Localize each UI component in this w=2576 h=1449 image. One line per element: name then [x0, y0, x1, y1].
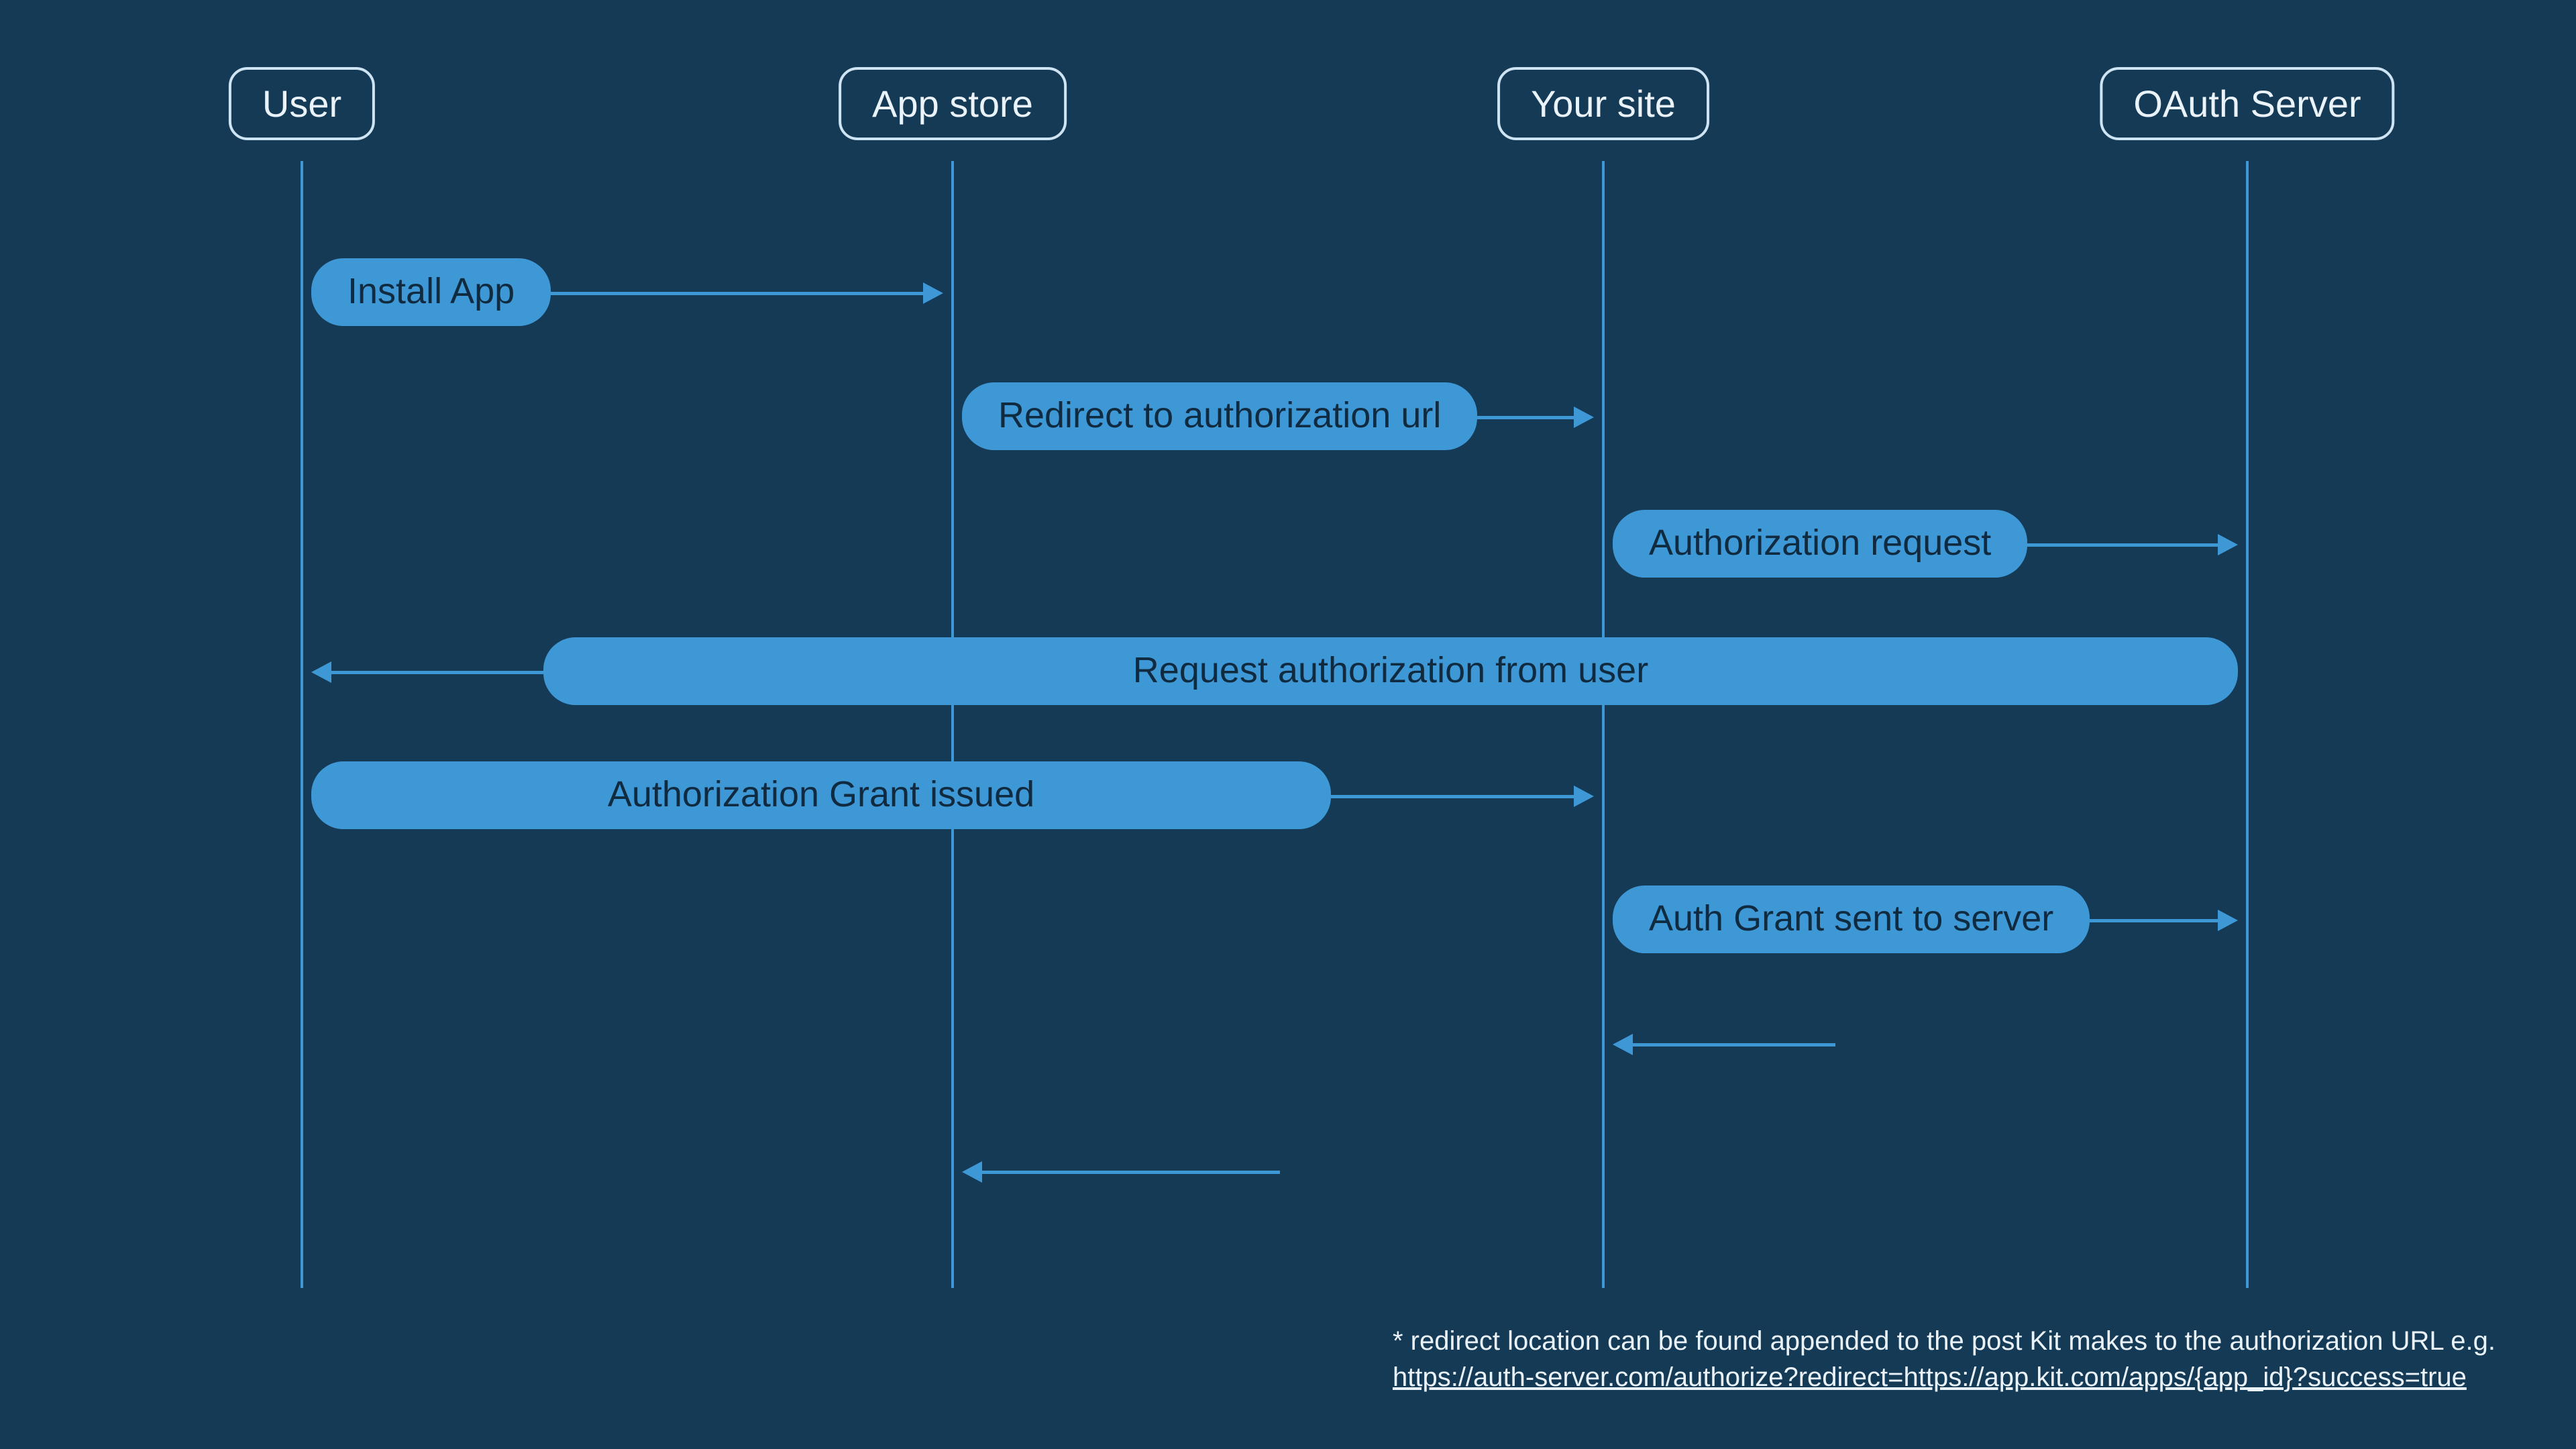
arrow-line	[1331, 795, 1574, 798]
message-label: Authorization Grant issued	[311, 761, 1331, 829]
lifeline-site	[1602, 161, 1605, 1288]
arrow-head-icon	[2218, 534, 2238, 555]
footnote: * redirect location can be found appende…	[1393, 1323, 2496, 1395]
arrow-head-icon	[923, 282, 943, 304]
actor-oauth: OAuth Server	[2100, 67, 2394, 140]
lifeline-store	[951, 161, 954, 1288]
message-label: Authorization request	[1613, 510, 2027, 578]
arrow-line	[1477, 416, 1574, 419]
message-label: Redirect to authorization url	[962, 382, 1477, 450]
actor-store: App store	[839, 67, 1067, 140]
arrow-head-icon	[1574, 407, 1594, 428]
message-label: Install App	[311, 258, 551, 326]
arrow-line	[1633, 1043, 1835, 1046]
actor-user: User	[229, 67, 375, 140]
arrow-head-icon	[1574, 786, 1594, 807]
arrow-head-icon	[311, 661, 331, 683]
lifeline-oauth	[2246, 161, 2249, 1288]
arrow-head-icon	[1613, 1034, 1633, 1055]
arrow-head-icon	[2218, 910, 2238, 931]
message-label: Request authorization from user	[543, 637, 2238, 705]
lifeline-user	[301, 161, 303, 1288]
message-label: Auth Grant sent to server	[1613, 885, 2090, 953]
footnote-url: https://auth-server.com/authorize?redire…	[1393, 1359, 2496, 1395]
arrow-line	[982, 1171, 1280, 1174]
arrow-line	[2027, 543, 2218, 547]
footnote-text: * redirect location can be found appende…	[1393, 1323, 2496, 1359]
actor-site: Your site	[1497, 67, 1709, 140]
arrow-head-icon	[962, 1161, 982, 1183]
arrow-line	[331, 671, 543, 674]
arrow-line	[2090, 919, 2218, 922]
arrow-line	[551, 292, 923, 295]
